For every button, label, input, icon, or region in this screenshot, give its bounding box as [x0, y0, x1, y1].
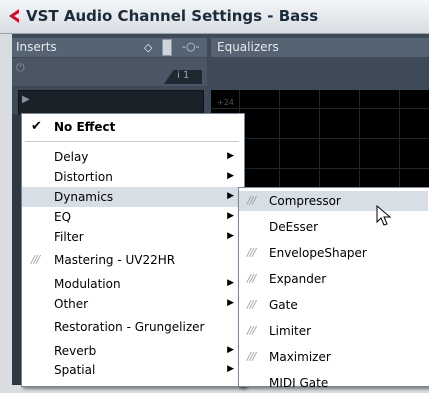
menu-item-compressor[interactable]: /// Compressor — [239, 191, 428, 211]
menu-item-label: Limiter — [269, 324, 312, 338]
plugin-type-icon: /// — [31, 253, 40, 266]
menu-item-no-effect[interactable]: ✔ No Effect — [22, 117, 242, 137]
checkmark-icon: ✔ — [31, 119, 42, 134]
submenu-arrow-icon: ▶ — [227, 151, 234, 161]
menu-item-distortion[interactable]: Distortion ▶ — [22, 167, 242, 187]
dynamics-submenu: /// Compressor DeEsser /// EnvelopeShape… — [238, 187, 429, 390]
menu-item-restoration-grungelizer[interactable]: Restoration - Grungelizer — [22, 317, 242, 337]
menu-item-modulation[interactable]: Modulation ▶ — [22, 274, 242, 294]
cubase-logo-icon — [9, 9, 19, 23]
menu-item-label: Reverb — [54, 344, 97, 358]
play-arrow-icon: ▶ — [22, 94, 30, 105]
menu-item-other[interactable]: Other ▶ — [22, 294, 242, 314]
insert-slot-number: i 1 — [177, 70, 190, 81]
plugin-type-icon: /// — [247, 324, 256, 337]
plugin-type-icon: /// — [247, 194, 256, 207]
power-icon[interactable]: ⏻ — [16, 61, 25, 75]
menu-item-spatial[interactable]: Spatial ▶ — [22, 360, 242, 380]
submenu-arrow-icon: ▶ — [227, 298, 234, 308]
submenu-arrow-icon: ▶ — [227, 211, 234, 221]
menu-item-gate[interactable]: /// Gate — [239, 295, 428, 315]
menu-item-expander[interactable]: /// Expander — [239, 269, 428, 289]
menu-item-eq[interactable]: EQ ▶ — [22, 207, 242, 227]
inserts-power-row: ⏻ i 1 — [12, 58, 207, 86]
inserts-header: Inserts ◇ -○- — [12, 38, 207, 57]
menu-item-reverb[interactable]: Reverb ▶ — [22, 341, 242, 361]
submenu-arrow-icon: ▶ — [227, 345, 234, 355]
plugin-type-icon: /// — [247, 298, 256, 311]
effect-menu: ✔ No Effect Delay ▶ Distortion ▶ Dynamic… — [21, 113, 245, 387]
submenu-arrow-icon: ▶ — [227, 278, 234, 288]
menu-item-label: EQ — [54, 210, 72, 224]
menu-item-label: No Effect — [54, 120, 116, 134]
submenu-arrow-icon: ▶ — [227, 231, 234, 241]
menu-item-label: Filter — [54, 230, 84, 244]
window-title: VST Audio Channel Settings - Bass — [26, 7, 319, 25]
mouse-pointer-icon — [376, 205, 392, 226]
menu-item-envelopeshaper[interactable]: /// EnvelopeShaper — [239, 243, 428, 263]
menu-item-label: Restoration - Grungelizer — [54, 320, 205, 334]
menu-item-label: MIDI Gate — [269, 376, 329, 390]
menu-item-delay[interactable]: Delay ▶ — [22, 147, 242, 167]
menu-item-label: EnvelopeShaper — [269, 246, 367, 260]
inserts-bypass-toggle[interactable] — [162, 39, 172, 56]
menu-item-mastering-uv22hr[interactable]: /// Mastering - UV22HR — [22, 250, 242, 270]
equalizers-title: Equalizers — [217, 40, 279, 54]
inserts-title: Inserts — [16, 40, 57, 54]
menu-separator — [25, 141, 239, 142]
menu-item-midi-gate[interactable]: MIDI Gate — [239, 373, 428, 393]
eq-grid-line — [211, 108, 429, 109]
equalizers-header: Equalizers — [211, 38, 429, 57]
submenu-arrow-icon: ▶ — [227, 364, 234, 374]
eq-scale-label: +24 — [217, 98, 234, 107]
menu-item-dynamics[interactable]: Dynamics ▶ — [22, 187, 242, 207]
menu-item-maximizer[interactable]: /// Maximizer — [239, 347, 428, 367]
plugin-type-icon: /// — [247, 350, 256, 363]
menu-item-label: Gate — [269, 298, 298, 312]
submenu-arrow-icon: ▶ — [227, 191, 234, 201]
menu-item-label: Compressor — [269, 194, 341, 208]
menu-item-label: Distortion — [54, 170, 113, 184]
menu-item-label: Dynamics — [54, 190, 114, 204]
menu-item-limiter[interactable]: /// Limiter — [239, 321, 428, 341]
menu-item-label: DeEsser — [269, 220, 319, 234]
menu-item-label: Modulation — [54, 277, 121, 291]
plugin-type-icon: /// — [247, 272, 256, 285]
menu-item-label: Expander — [269, 272, 327, 286]
menu-item-filter[interactable]: Filter ▶ — [22, 227, 242, 247]
menu-item-label: Mastering - UV22HR — [54, 253, 176, 267]
title-bar: VST Audio Channel Settings - Bass — [0, 0, 429, 34]
plugin-type-icon: /// — [247, 246, 256, 259]
routing-icon[interactable]: -○- — [182, 40, 200, 53]
menu-item-label: Spatial — [54, 363, 96, 377]
menu-item-label: Delay — [54, 150, 89, 164]
menu-item-deesser[interactable]: DeEsser — [239, 217, 428, 237]
submenu-arrow-icon: ▶ — [227, 171, 234, 181]
diamond-icon[interactable]: ◇ — [144, 41, 152, 54]
insert-slot-1[interactable]: ▶ — [18, 90, 204, 114]
menu-item-label: Other — [54, 297, 89, 311]
menu-item-label: Maximizer — [269, 350, 331, 364]
